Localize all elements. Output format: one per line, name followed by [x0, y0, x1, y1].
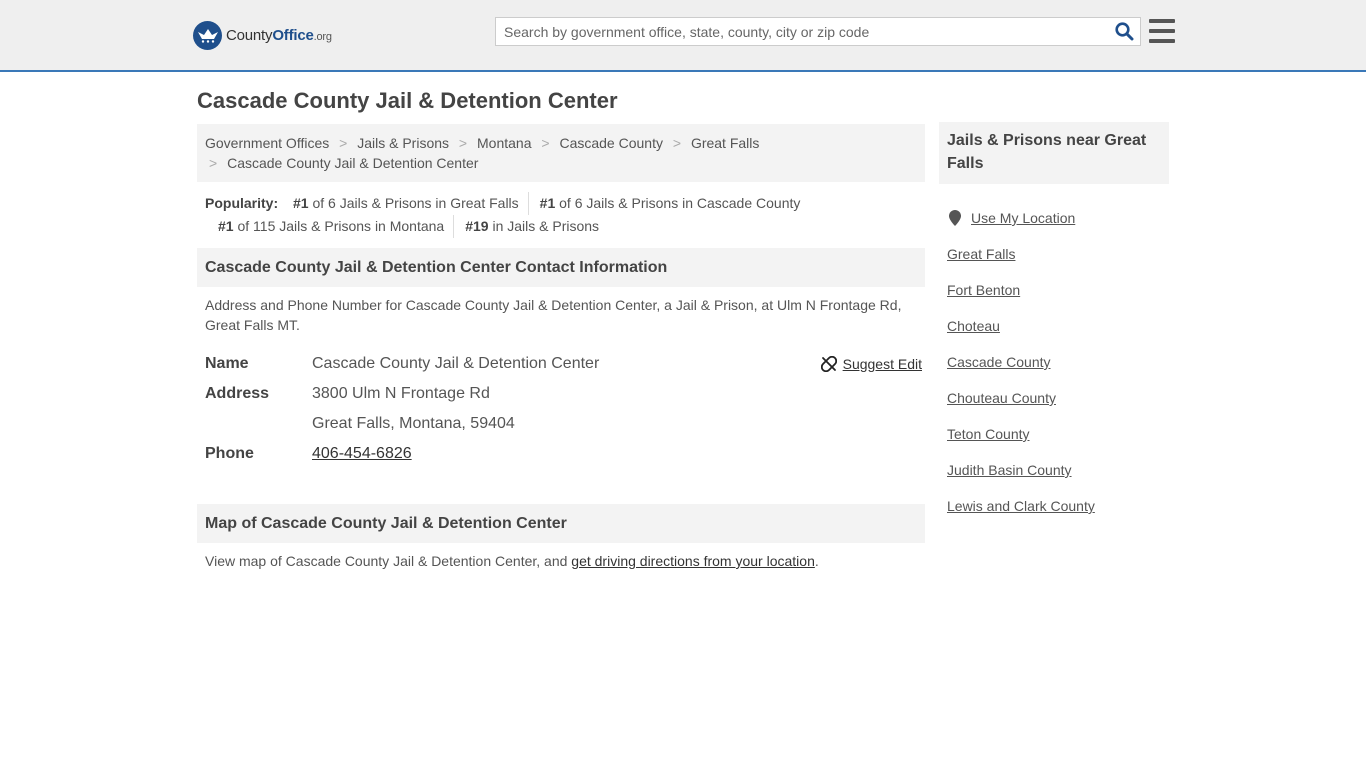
nearby-link-lewis-and-clark-county[interactable]: Lewis and Clark County [947, 498, 1095, 514]
popularity-item: #1 of 115 Jails & Prisons in Montana [207, 215, 455, 238]
breadcrumb-montana[interactable]: Montana [477, 135, 531, 151]
nearby-link-teton-county[interactable]: Teton County [947, 426, 1030, 442]
popularity-item: #1 of 6 Jails & Prisons in Great Falls [282, 192, 529, 215]
list-item: Great Falls [947, 236, 1161, 272]
main-content: Government Offices > Jails & Prisons > M… [197, 124, 925, 569]
contact-row-address2: Great Falls, Montana, 59404 [205, 409, 917, 439]
list-item: Choteau [947, 308, 1161, 344]
map-heading: Map of Cascade County Jail & Detention C… [197, 504, 925, 543]
use-my-location-link[interactable]: Use My Location [971, 210, 1075, 226]
nearby-link-cascade-county[interactable]: Cascade County [947, 354, 1051, 370]
nearby-link-chouteau-county[interactable]: Chouteau County [947, 390, 1056, 406]
site-logo[interactable]: CountyOffice.org [193, 20, 332, 50]
search-bar [495, 17, 1141, 46]
search-input[interactable] [496, 18, 1108, 45]
name-value: Cascade County Jail & Detention Center [312, 355, 600, 372]
popularity-item: #19 in Jails & Prisons [465, 218, 600, 234]
nearby-link-choteau[interactable]: Choteau [947, 318, 1000, 334]
contact-heading: Cascade County Jail & Detention Center C… [197, 248, 925, 287]
sidebar: Jails & Prisons near Great Falls Use My … [939, 122, 1169, 524]
list-item: Fort Benton [947, 272, 1161, 308]
breadcrumb-great-falls[interactable]: Great Falls [691, 135, 759, 151]
phone-link[interactable]: 406-454-6826 [312, 439, 412, 469]
breadcrumb-separator: > [458, 135, 468, 151]
sidebar-heading: Jails & Prisons near Great Falls [939, 122, 1169, 184]
top-bar: CountyOffice.org [0, 0, 1366, 72]
list-item: Lewis and Clark County [947, 488, 1161, 524]
contact-details: Name Cascade County Jail & Detention Cen… [197, 349, 925, 469]
popularity: Popularity: #1 of 6 Jails & Prisons in G… [197, 192, 925, 238]
breadcrumb-separator: > [541, 135, 550, 151]
logo-text: CountyOffice.org [226, 26, 332, 44]
nearby-link-great-falls[interactable]: Great Falls [947, 246, 1015, 262]
driving-directions-link[interactable]: get driving directions from your locatio… [571, 553, 815, 569]
contact-description: Address and Phone Number for Cascade Cou… [205, 297, 902, 333]
suggest-edit-link[interactable]: Suggest Edit [820, 349, 922, 379]
breadcrumb-government-offices[interactable]: Government Offices [205, 135, 329, 151]
list-item: Cascade County [947, 344, 1161, 380]
breadcrumb-separator: > [339, 135, 348, 151]
use-location-item: Use My Location [947, 200, 1161, 236]
phone-label: Phone [205, 445, 254, 462]
address-label: Address [205, 385, 270, 402]
breadcrumb-jails-prisons[interactable]: Jails & Prisons [357, 135, 449, 151]
name-label: Name [205, 355, 249, 372]
map-description: View map of Cascade County Jail & Detent… [205, 553, 819, 569]
breadcrumb-separator: > [672, 135, 682, 151]
breadcrumb: Government Offices > Jails & Prisons > M… [197, 124, 925, 182]
breadcrumb-current: Cascade County Jail & Detention Center [227, 155, 479, 171]
unlink-icon [820, 356, 837, 372]
nearby-list: Use My Location Great Falls Fort Benton … [939, 200, 1169, 524]
contact-row-name: Name Cascade County Jail & Detention Cen… [205, 349, 917, 379]
map-pin-icon [947, 210, 963, 226]
breadcrumb-cascade-county[interactable]: Cascade County [559, 135, 663, 151]
suggest-edit-label: Suggest Edit [842, 356, 922, 372]
search-icon [1114, 22, 1133, 41]
list-item: Teton County [947, 416, 1161, 452]
list-item: Chouteau County [947, 380, 1161, 416]
nearby-link-fort-benton[interactable]: Fort Benton [947, 282, 1020, 298]
nearby-link-judith-basin-county[interactable]: Judith Basin County [947, 462, 1072, 478]
popularity-item: #1 of 6 Jails & Prisons in Cascade Count… [539, 195, 801, 211]
hamburger-menu-icon[interactable] [1149, 19, 1175, 43]
contact-row-phone: Phone 406-454-6826 [205, 439, 917, 469]
breadcrumb-separator: > [209, 155, 218, 171]
page-title: Cascade County Jail & Detention Center [197, 88, 618, 113]
popularity-label: Popularity: [205, 195, 279, 211]
list-item: Judith Basin County [947, 452, 1161, 488]
contact-row-address: Address 3800 Ulm N Frontage Rd [205, 379, 917, 409]
logo-badge-icon [193, 20, 222, 50]
search-button[interactable] [1108, 18, 1140, 45]
address-line2: Great Falls, Montana, 59404 [312, 415, 515, 432]
address-line1: 3800 Ulm N Frontage Rd [312, 385, 490, 402]
